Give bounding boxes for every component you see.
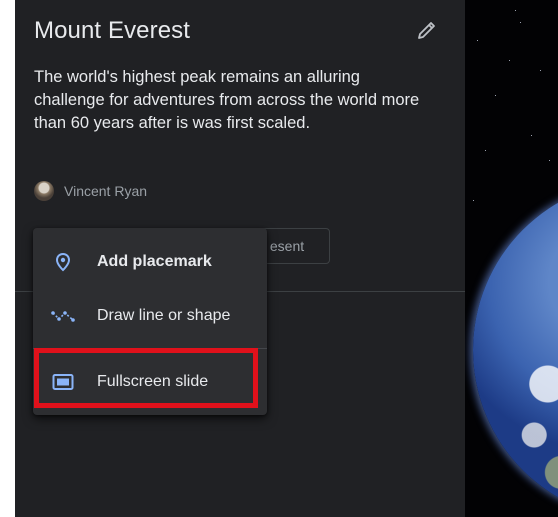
placemark-icon (51, 250, 75, 274)
menu-item-label: Draw line or shape (97, 307, 231, 324)
pencil-icon[interactable] (415, 18, 439, 42)
add-menu: Add placemark Draw line or shape Fullscr… (33, 228, 267, 415)
menu-item-label: Fullscreen slide (97, 373, 209, 390)
project-title[interactable]: Mount Everest (34, 17, 190, 45)
menu-item-label: Add placemark (97, 253, 212, 270)
app-frame: Mount Everest The world's highest peak r… (15, 0, 558, 517)
project-panel: Mount Everest The world's highest peak r… (15, 0, 465, 517)
menu-item-fullscreen-slide[interactable]: Fullscreen slide (33, 358, 267, 406)
globe-view[interactable] (465, 0, 558, 517)
author: Vincent Ryan (34, 180, 147, 202)
menu-item-add-placemark[interactable]: Add placemark (33, 238, 267, 286)
author-name: Vincent Ryan (64, 183, 148, 199)
menu-item-draw-line-or-shape[interactable]: Draw line or shape (33, 292, 267, 340)
menu-divider (33, 348, 267, 349)
earth-globe[interactable] (473, 180, 558, 517)
avatar (34, 181, 54, 201)
present-button-label: esent (269, 238, 305, 254)
project-description: The world's highest peak remains an allu… (34, 68, 420, 132)
line-shape-icon (51, 304, 75, 328)
fullscreen-slide-icon (51, 370, 75, 394)
